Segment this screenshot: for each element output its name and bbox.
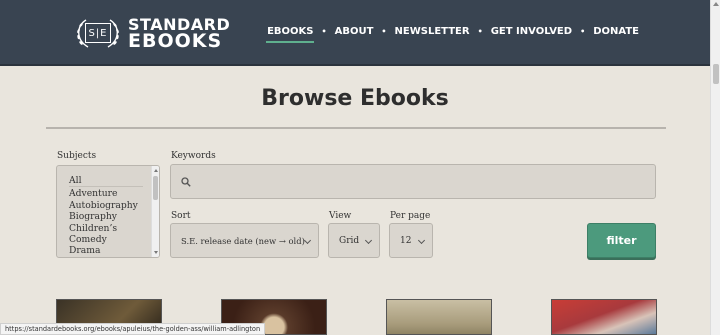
logo-line-2: EBOOKS <box>128 30 223 52</box>
keywords-input[interactable] <box>170 164 656 199</box>
book-cover[interactable] <box>551 299 657 335</box>
subject-option[interactable]: All <box>69 175 143 188</box>
laurel-wreath-icon: S|E <box>72 14 124 52</box>
subjects-scrollbar[interactable] <box>151 166 159 257</box>
scrollbar-thumb[interactable] <box>713 64 719 84</box>
subjects-scrollbar-thumb[interactable] <box>153 176 158 200</box>
browser-status-bar: https://standardebooks.org/ebooks/apulei… <box>0 323 266 335</box>
site-header: S|E STANDARD EBOOKS EBOOKS • ABOUT • NEW… <box>0 0 710 66</box>
nav-separator: • <box>321 27 327 36</box>
per-page-select[interactable]: 12 <box>389 223 433 258</box>
nav-donate[interactable]: DONATE <box>592 26 640 37</box>
logo-monogram: S|E <box>85 23 111 43</box>
per-page-label: Per page <box>390 211 431 221</box>
subject-option[interactable]: Biography <box>69 211 159 222</box>
page-scrollbar[interactable] <box>710 0 720 335</box>
nav-separator: • <box>381 27 387 36</box>
chevron-down-icon <box>303 236 312 245</box>
chevron-down-icon <box>417 236 426 245</box>
scroll-down-arrow-icon[interactable] <box>154 251 158 254</box>
keywords-label: Keywords <box>171 151 216 161</box>
main-nav: EBOOKS • ABOUT • NEWSLETTER • GET INVOLV… <box>266 26 640 43</box>
sort-value: S.E. release date (new → old) <box>181 235 305 246</box>
nav-separator: • <box>580 27 586 36</box>
subjects-listbox[interactable]: All Adventure Autobiography Biography Ch… <box>56 165 160 258</box>
per-page-value: 12 <box>400 235 412 246</box>
subject-option[interactable]: Comedy <box>69 234 159 245</box>
subjects-label: Subjects <box>57 151 97 161</box>
subject-option[interactable]: Adventure <box>69 188 159 199</box>
chevron-down-icon <box>364 236 373 245</box>
site-logo[interactable]: S|E STANDARD EBOOKS <box>72 14 230 52</box>
subject-option[interactable]: Children’s <box>69 223 159 234</box>
page-title: Browse Ebooks <box>261 86 449 111</box>
scroll-up-arrow-icon[interactable] <box>713 2 719 6</box>
filter-button[interactable]: filter <box>587 223 656 258</box>
search-icon <box>181 177 191 187</box>
view-select[interactable]: Grid <box>328 223 380 258</box>
subject-option[interactable]: Autobiography <box>69 200 159 211</box>
book-cover[interactable] <box>386 299 492 335</box>
subject-option[interactable]: Drama <box>69 245 159 256</box>
nav-newsletter[interactable]: NEWSLETTER <box>394 26 471 37</box>
nav-ebooks[interactable]: EBOOKS <box>266 26 315 43</box>
scroll-up-arrow-icon[interactable] <box>154 169 158 172</box>
sort-select[interactable]: S.E. release date (new → old) <box>170 223 319 258</box>
logo-wordmark: STANDARD EBOOKS <box>128 17 230 52</box>
nav-get-involved[interactable]: GET INVOLVED <box>490 26 573 37</box>
nav-separator: • <box>477 27 483 36</box>
view-value: Grid <box>339 235 360 246</box>
title-divider <box>46 127 666 129</box>
view-label: View <box>329 211 352 221</box>
nav-about[interactable]: ABOUT <box>334 26 375 37</box>
sort-label: Sort <box>171 211 191 221</box>
